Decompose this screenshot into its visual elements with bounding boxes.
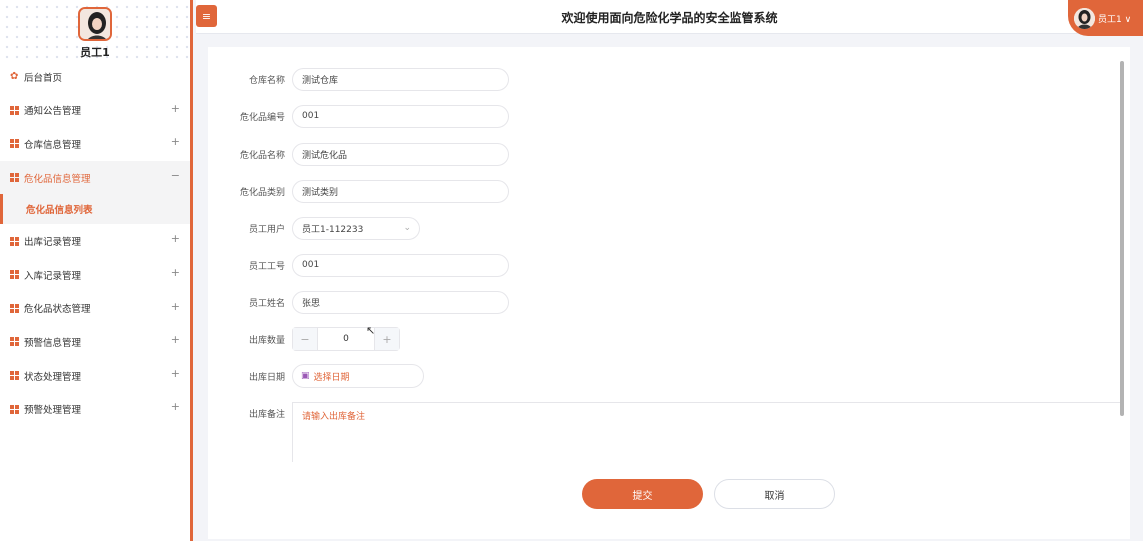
sidebar-item-hazmat-info[interactable]: 危化品信息管理 − [0,160,190,195]
hazmat-type-row: 危化品类别 测试类别 [208,179,509,203]
sidebar-item-warehouse[interactable]: 仓库信息管理 + [0,127,190,161]
field-label: 员工工号 [248,261,285,272]
sidebar-item-label: 出库记录管理 [24,237,82,249]
user-menu-label: 员工1 ∨ [1098,14,1132,25]
scrollbar[interactable] [1120,61,1124,416]
hazmat-name-input[interactable]: 测试危化品 [292,142,509,166]
warehouse-name-input[interactable]: 测试仓库 [292,67,509,91]
expand-icon: + [170,135,180,149]
sidebar-item-home[interactable]: ✿ 后台首页 [0,60,190,94]
hazmat-code-row: 危化品编号 001 [208,104,509,128]
sidebar-item-label: 预警信息管理 [24,337,82,349]
sidebar-item-outbound[interactable]: 出库记录管理 + [0,224,190,258]
grid-icon [10,404,19,414]
sidebar-user-name: 员工1 [80,46,110,59]
expand-icon: + [170,299,180,313]
hazmat-name-row: 危化品名称 测试危化品 [208,142,509,166]
page-title: 欢迎使用面向危险化学品的安全监管系统 [561,11,778,25]
field-label: 员工姓名 [248,298,285,309]
date-placeholder: 选择日期 [313,372,350,383]
sidebar-item-label: 危化品状态管理 [24,304,91,316]
hazmat-code-input[interactable]: 001 [292,104,509,128]
sidebar-item-status-handling[interactable]: 状态处理管理 + [0,359,190,393]
staff-user-select[interactable]: 员工1-112233 ⌄ [292,216,420,240]
grid-icon [10,337,19,347]
field-label: 出库备注 [248,409,285,420]
sidebar-item-label: 状态处理管理 [24,371,82,383]
sidebar-subitem-hazmat-list[interactable]: 危化品信息列表 [0,194,190,225]
avatar [1074,7,1095,29]
grid-icon [10,236,19,246]
grid-icon [10,303,19,313]
chevron-down-icon: ⌄ [403,223,411,233]
out-note-row: 出库备注 [208,401,285,425]
field-label: 员工用户 [248,224,285,235]
sidebar-item-label: 入库记录管理 [24,270,82,282]
expand-icon: + [170,232,180,246]
grid-icon [10,270,19,280]
hazmat-type-input[interactable]: 测试类别 [292,179,509,203]
expand-icon: + [170,366,180,380]
grid-icon [10,173,19,183]
increment-button[interactable]: + [375,328,399,350]
calendar-icon: ▣ [301,371,310,381]
sidebar-item-label: 危化品信息管理 [24,173,91,185]
cancel-button[interactable]: 取消 [714,479,835,509]
field-label: 危化品类别 [239,187,285,198]
staff-no-input[interactable]: 001 [292,253,509,277]
staff-user-row: 员工用户 员工1-112233 ⌄ [208,216,420,240]
staff-no-row: 员工工号 001 [208,253,509,277]
field-label: 出库数量 [248,335,285,346]
mouse-cursor-icon: ↖ [366,324,376,337]
sidebar-item-hazmat-status[interactable]: 危化品状态管理 + [0,292,190,326]
select-value: 员工1-112233 [302,224,364,235]
avatar[interactable] [78,7,112,41]
field-label: 危化品编号 [239,112,285,123]
expand-icon: + [170,265,180,279]
warehouse-name-row: 仓库名称 测试仓库 [208,67,509,91]
grid-icon [10,371,19,381]
sidebar-item-alerts[interactable]: 预警信息管理 + [0,325,190,359]
sidebar-item-inbound[interactable]: 入库记录管理 + [0,258,190,292]
sidebar: 员工1 ✿ 后台首页 通知公告管理 + 仓库信息管理 + 危化品信息管理 − 危… [0,0,193,541]
expand-icon: + [170,400,180,414]
sidebar-item-label: 预警处理管理 [24,405,82,417]
grid-icon [10,139,19,149]
sidebar-item-label: 后台首页 [24,72,63,84]
topbar: ≡ 欢迎使用面向危险化学品的安全监管系统 员工1 ∨ [196,0,1143,36]
expand-icon: + [170,333,180,347]
sidebar-item-alert-handling[interactable]: 预警处理管理 + [0,392,190,426]
field-label: 出库日期 [248,372,285,383]
sidebar-item-label: 仓库信息管理 [24,139,82,151]
sidebar-header: 员工1 [0,0,190,60]
date-picker-input[interactable]: ▣ 选择日期 [292,364,424,388]
field-label: 危化品名称 [239,150,285,161]
sidebar-item-notices[interactable]: 通知公告管理 + [0,94,190,128]
submit-button[interactable]: 提交 [582,479,703,509]
sidebar-menu: ✿ 后台首页 通知公告管理 + 仓库信息管理 + 危化品信息管理 − 危化品信息… [0,60,190,426]
user-menu[interactable]: 员工1 ∨ [1068,0,1143,36]
home-icon: ✿ [10,70,19,82]
sidebar-item-label: 通知公告管理 [24,106,82,118]
app: 员工1 ✿ 后台首页 通知公告管理 + 仓库信息管理 + 危化品信息管理 − 危… [0,0,1143,541]
expand-icon: + [170,101,180,115]
staff-name-row: 员工姓名 张思 [208,290,509,314]
quantity-stepper: − 0 + [292,327,400,351]
field-label: 仓库名称 [248,75,285,86]
out-date-row: 出库日期 ▣ 选择日期 [208,364,424,388]
note-textarea[interactable]: 请输入出库备注 [292,402,1122,462]
sidebar-subitem-label: 危化品信息列表 [26,205,93,217]
form-panel: 仓库名称 测试仓库 危化品编号 001 危化品名称 测试危化品 危化品类别 测试… [208,47,1130,539]
staff-name-input[interactable]: 张思 [292,290,509,314]
decrement-button[interactable]: − [293,328,317,350]
collapse-icon: − [170,168,180,182]
grid-icon [10,105,19,115]
